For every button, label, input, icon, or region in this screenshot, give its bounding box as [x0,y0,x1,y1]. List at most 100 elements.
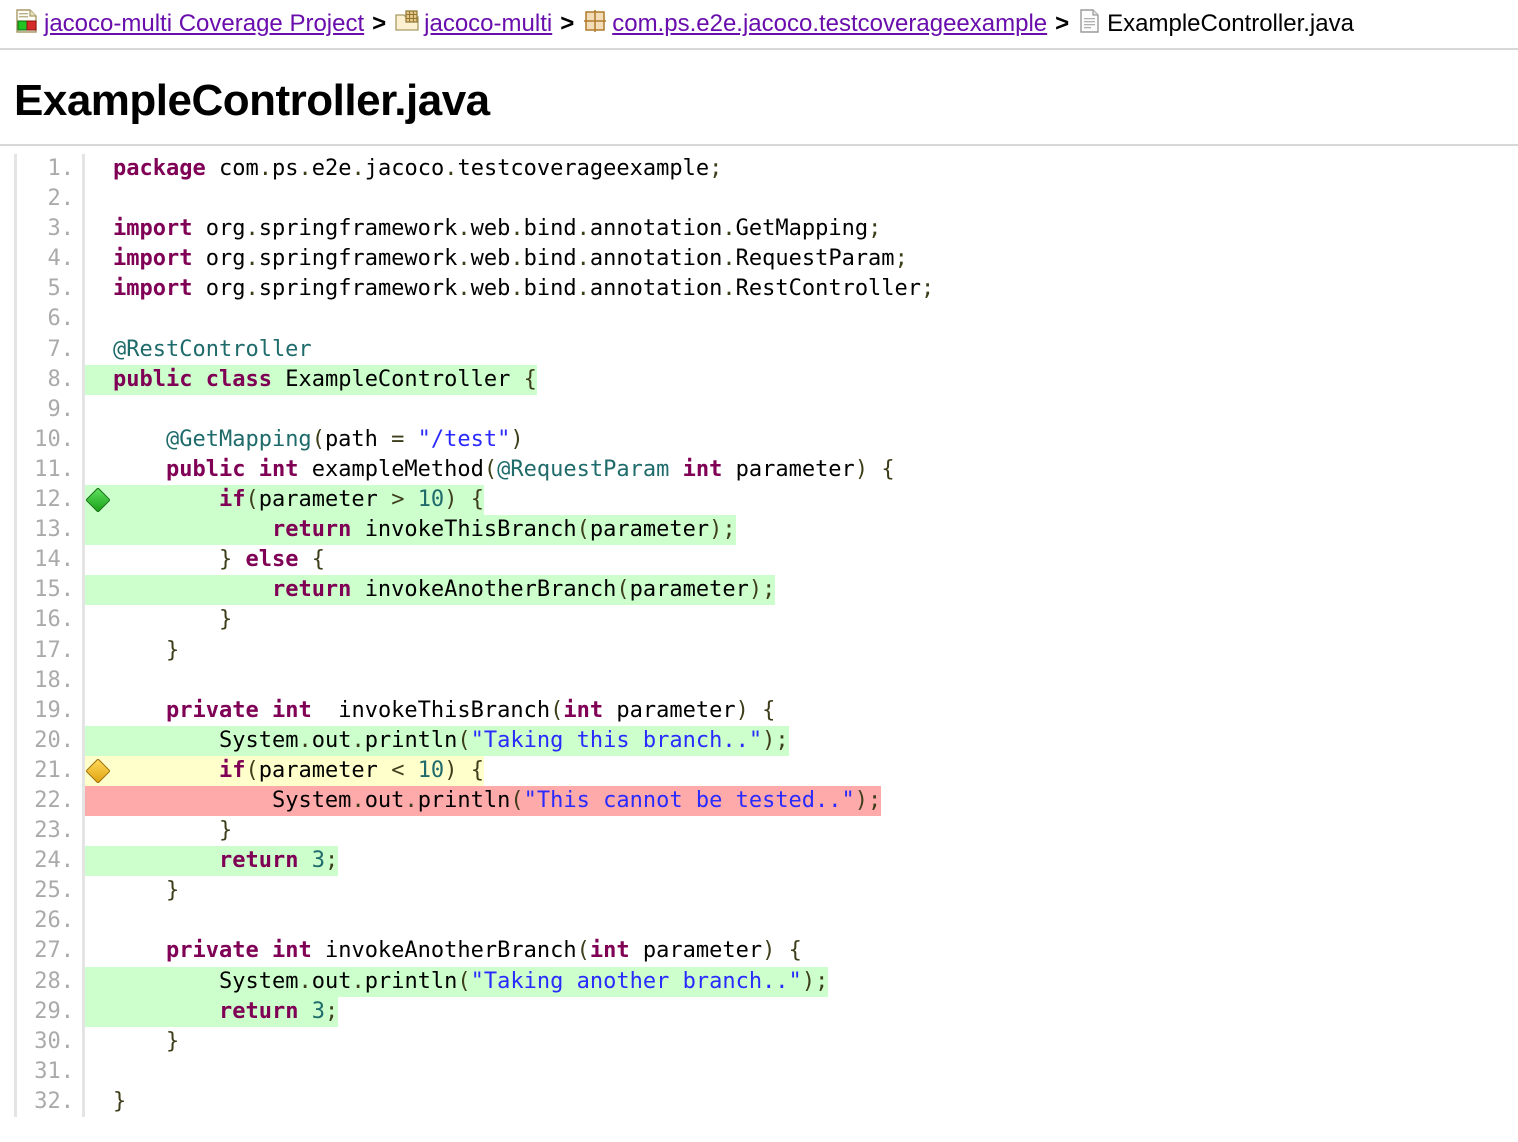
coverage-gutter [85,244,113,274]
source-line-code: } [165,1028,180,1054]
line-number: 13. [17,515,85,546]
coverage-gutter [85,966,113,997]
line-number: 16. [17,605,85,636]
source-line: 15. return invokeAnotherBranch(parameter… [17,575,1518,606]
coverage-gutter [85,545,113,575]
line-number: 1. [17,154,85,185]
source-line-code: if(parameter > 10) { [113,485,1518,516]
source-line-code: if(parameter < 10) { [113,755,1518,786]
line-number: 11. [17,454,85,486]
source-line: 12. if(parameter > 10) { [17,485,1518,516]
coverage-gutter [85,636,113,666]
source-line-code [113,304,1518,334]
coverage-gutter [85,455,113,485]
coverage-gutter [85,304,113,334]
source-line: 6. [17,304,1518,335]
line-number: 31. [17,1056,85,1087]
source-line-code: private int invokeAnotherBranch(int para… [165,938,802,964]
breadcrumb-item-report[interactable]: jacoco-multi Coverage Project [14,8,364,41]
line-number: 14. [17,545,85,576]
coverage-gutter [85,846,113,877]
coverage-gutter [85,996,113,1027]
source-line: 26. [17,906,1518,937]
line-number: 32. [17,1086,85,1117]
coverage-gutter [85,755,113,786]
source-line-code: import org.springframework.web.bind.anno… [113,246,908,272]
line-number: 28. [17,966,85,997]
breadcrumb-separator: > [372,10,387,37]
source-line: 1. package com.ps.e2e.jacoco.testcoverage… [17,154,1518,185]
coverage-gutter [85,906,113,936]
source-line-code: private int invokeThisBranch(int paramet… [165,697,776,723]
source-line-code: System.out.println("This cannot be teste… [113,785,1518,816]
breadcrumb-link-report[interactable]: jacoco-multi Coverage Project [44,10,364,38]
line-number: 18. [17,665,85,696]
source-line-code [113,666,1518,696]
partial-branch-coverage-icon [85,758,111,784]
source-file-icon [1077,8,1103,41]
line-number: 9. [17,394,85,425]
breadcrumb-separator: > [1055,10,1070,37]
line-number: 2. [17,184,85,215]
line-number: 17. [17,635,85,666]
package-icon [582,8,608,41]
source-line-code: return invokeAnotherBranch(parameter); [113,575,1518,606]
source-line-code [113,184,1518,214]
source-line-code: System.out.println("Taking another branc… [113,966,1518,997]
line-number: 24. [17,846,85,877]
coverage-gutter [85,816,113,846]
source-line: 17. } [17,635,1518,666]
source-line-code: @GetMapping(path = "/test") [165,426,524,452]
source-line-code: public int exampleMethod(@RequestParam i… [165,456,895,482]
line-number: 12. [17,485,85,516]
source-line-code [113,906,1518,936]
line-number: 29. [17,996,85,1027]
source-line-code: import org.springframework.web.bind.anno… [113,276,935,302]
report-icon [14,8,40,41]
breadcrumb-link-package[interactable]: com.ps.e2e.jacoco.testcoverageexample [612,10,1047,38]
source-line: 2. [17,184,1518,215]
breadcrumb-item-package[interactable]: com.ps.e2e.jacoco.testcoverageexample [582,8,1047,41]
source-line: 5. import org.springframework.web.bind.an… [17,274,1518,305]
coverage-gutter [85,364,113,395]
source-line-code: package com.ps.e2e.jacoco.testcoverageex… [113,156,723,181]
coverage-gutter [85,1027,113,1057]
source-line: 18. [17,665,1518,696]
full-branch-coverage-icon [85,487,111,513]
bundle-folder-icon [394,8,420,41]
breadcrumb-link-bundle[interactable]: jacoco-multi [424,10,552,38]
line-number: 26. [17,906,85,937]
breadcrumb-separator: > [560,10,575,37]
source-line: 9. [17,394,1518,425]
coverage-gutter [85,785,113,817]
source-line: 10. @GetMapping(path = "/test") [17,424,1518,455]
breadcrumb-item-source-file: ExampleController.java [1077,8,1354,41]
line-number: 30. [17,1026,85,1057]
source-line: 4. import org.springframework.web.bind.an… [17,244,1518,275]
breadcrumb-item-bundle[interactable]: jacoco-multi [394,8,552,41]
source-line-code: return 3; [113,996,1518,1027]
coverage-gutter [85,184,113,214]
source-line: 16. } [17,605,1518,636]
source-code-listing: 1. package com.ps.e2e.jacoco.testcoverage… [14,154,1518,1117]
source-line-code [113,395,1518,425]
coverage-gutter [85,154,113,184]
coverage-gutter [85,1057,113,1087]
line-number: 5. [17,274,85,305]
coverage-gutter [85,395,113,425]
source-line-code [113,1057,1518,1087]
line-number: 10. [17,424,85,455]
coverage-gutter [85,666,113,696]
source-line-code: return invokeThisBranch(parameter); [113,515,1518,546]
breadcrumb: jacoco-multi Coverage Project > jacoco-m… [0,0,1518,50]
line-number: 21. [17,755,85,786]
line-number: 6. [17,304,85,335]
source-line: 13. return invokeThisBranch(parameter); [17,515,1518,546]
source-line: 24. return 3; [17,846,1518,877]
line-number: 4. [17,244,85,275]
source-line: 14. } else { [17,545,1518,576]
line-number: 7. [17,334,85,365]
source-line: 22. System.out.println("This cannot be t… [17,785,1518,817]
source-line-code: } [165,637,180,663]
source-line-code: @RestController [113,336,312,362]
